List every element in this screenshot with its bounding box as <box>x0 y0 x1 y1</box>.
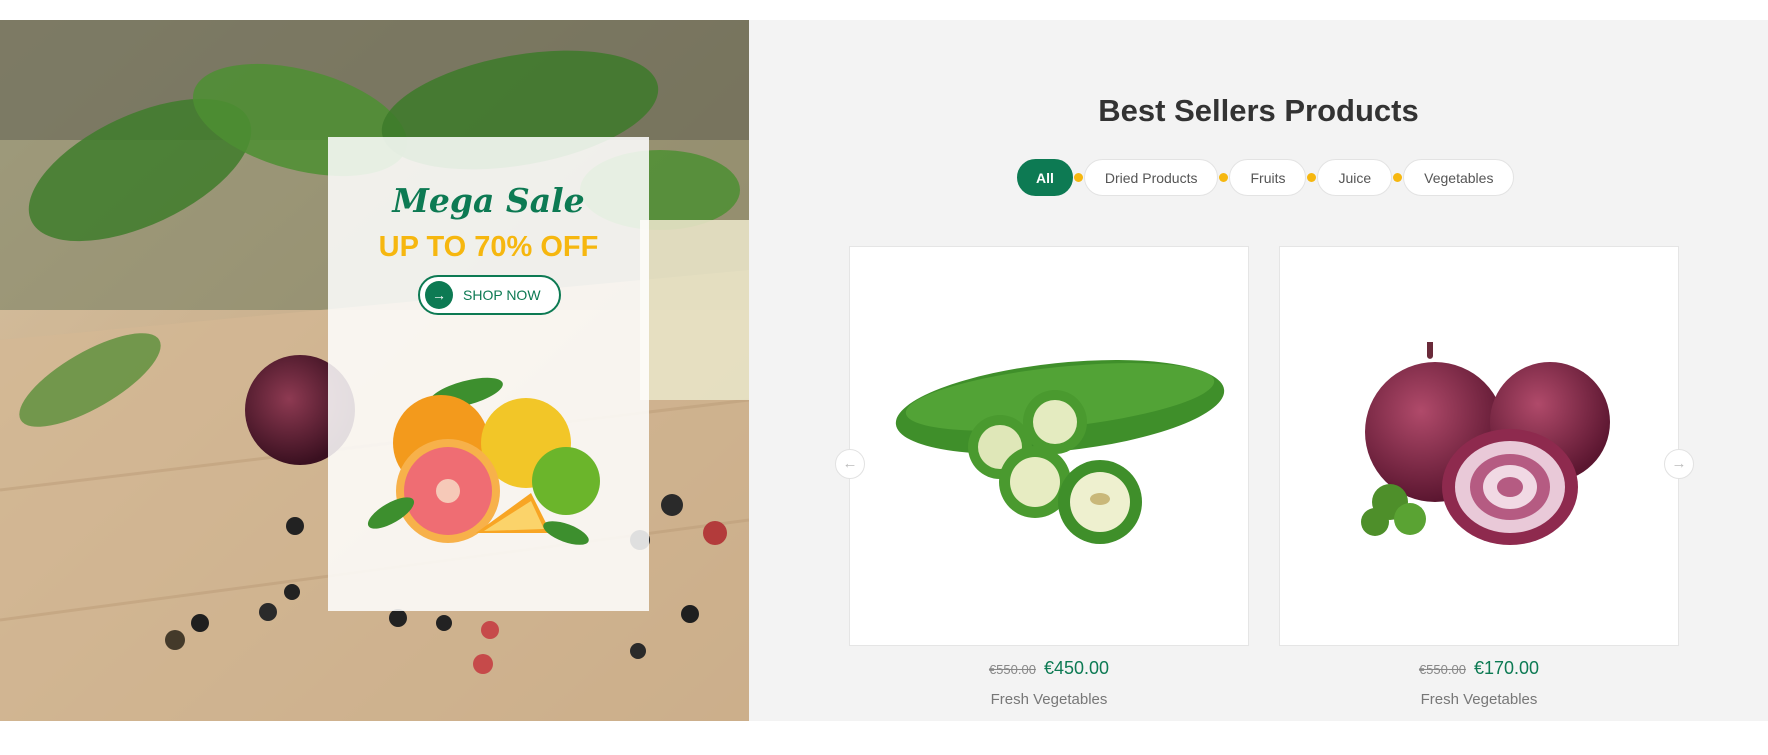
promo-offer: UP TO 70% OFF <box>378 231 599 263</box>
promo-banner[interactable]: Mega Sale UP TO 70% OFF → SHOP NOW <box>0 20 749 721</box>
product-price-1: €550.00 €450.00 <box>849 658 1249 679</box>
carousel-prev-button[interactable]: ← <box>835 449 865 479</box>
product-name-1[interactable]: Fresh Vegetables <box>849 691 1249 708</box>
promo-card: Mega Sale UP TO 70% OFF → SHOP NOW <box>328 137 649 611</box>
arrow-left-icon: ← <box>842 455 858 472</box>
tab-juice[interactable]: Juice <box>1317 159 1393 196</box>
product-image-red-onion <box>1361 341 1610 545</box>
section-title: Best Sellers Products <box>1098 93 1419 128</box>
shop-now-button[interactable]: → SHOP NOW <box>418 275 561 315</box>
tab-fruits[interactable]: Fruits <box>1229 159 1307 196</box>
page: Mega Sale UP TO 70% OFF → SHOP NOW Best … <box>0 0 1768 755</box>
best-sellers-section: Best Sellers Products All Dried Products… <box>749 20 1768 721</box>
old-price: €550.00 <box>1418 662 1466 677</box>
product-card-bitter-gourd[interactable] <box>849 246 1249 646</box>
tab-separator-dot <box>1073 173 1083 182</box>
product-name-2[interactable]: Fresh Vegetables <box>1279 691 1679 708</box>
product-price-2: €550.00 €170.00 <box>1279 658 1679 679</box>
old-price: €550.00 <box>988 662 1036 677</box>
category-tabs: All Dried Products Fruits Juice Vegetabl… <box>1017 159 1515 196</box>
arrow-right-icon: → <box>425 281 453 309</box>
tab-all[interactable]: All <box>1017 159 1073 196</box>
carousel-next-button[interactable]: → <box>1664 449 1694 479</box>
arrow-right-icon: → <box>1671 455 1687 472</box>
new-price: €170.00 <box>1473 658 1540 678</box>
tab-vegetables[interactable]: Vegetables <box>1403 159 1515 196</box>
tab-separator-dot <box>1219 173 1229 182</box>
product-image-bitter-gourd <box>895 359 1225 544</box>
promo-headline: Mega Sale <box>392 181 585 220</box>
tab-dried-products[interactable]: Dried Products <box>1083 159 1219 196</box>
citrus-fruits-image <box>367 377 600 545</box>
new-price: €450.00 <box>1043 658 1110 678</box>
tab-separator-dot <box>1307 173 1317 182</box>
tab-separator-dot <box>1393 173 1403 182</box>
shop-now-label: SHOP NOW <box>463 287 541 303</box>
product-card-red-onion[interactable] <box>1279 246 1679 646</box>
